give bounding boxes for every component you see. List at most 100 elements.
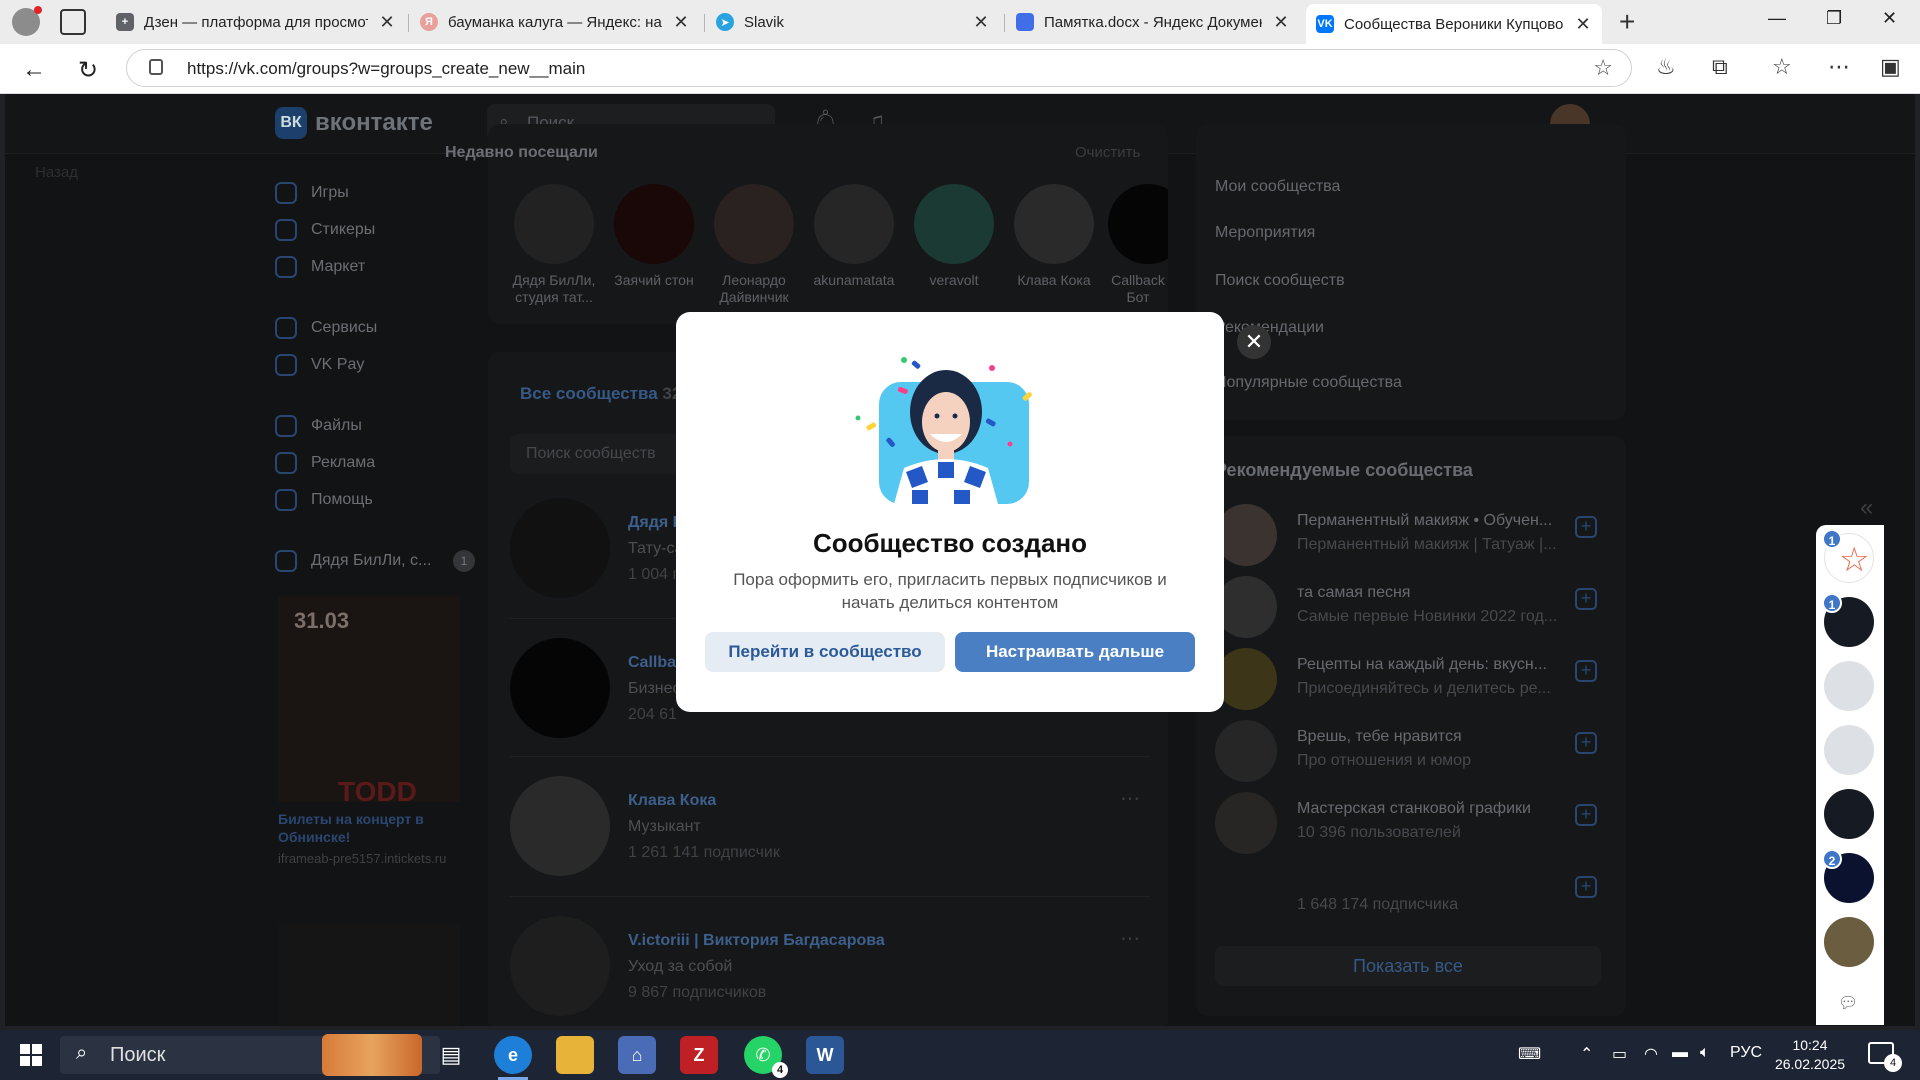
tab-actions-icon[interactable]: [60, 9, 86, 35]
reload-icon[interactable]: ↻: [78, 56, 98, 85]
volume-muted-icon[interactable]: 🔈︎: [1700, 1044, 1710, 1062]
recent-item[interactable]: Леонардо Дайвинчик: [708, 184, 800, 306]
right-menu-events[interactable]: Мероприятия: [1215, 224, 1315, 242]
file-explorer-icon[interactable]: [556, 1036, 594, 1074]
close-tab-icon[interactable]: ✕: [1574, 14, 1592, 35]
whatsapp-icon[interactable]: ✆ 4: [744, 1036, 788, 1078]
extensions-puzzle-icon[interactable]: ⧉: [1712, 54, 1728, 80]
ad-title[interactable]: Билеты на концерт в Обнинске!: [278, 810, 460, 846]
new-tab-icon[interactable]: +: [1619, 6, 1635, 38]
chat-avatar-placeholder[interactable]: [1824, 661, 1874, 711]
chat-avatar[interactable]: [1824, 789, 1874, 839]
sidebar-toggle-icon[interactable]: ▣: [1880, 54, 1901, 80]
battery-icon[interactable]: ▬: [1672, 1044, 1688, 1062]
chat-bubble-icon[interactable]: 💬︎: [1838, 993, 1858, 1013]
back-link[interactable]: Назад: [35, 164, 78, 181]
right-menu-search[interactable]: Поиск сообществ: [1215, 272, 1345, 290]
windows-start-icon[interactable]: [20, 1044, 42, 1066]
tab-all-communities[interactable]: Все сообщества 32: [520, 384, 681, 404]
community-row[interactable]: V.ictoriii | Виктория Багдасарова Уход з…: [510, 916, 1140, 1026]
recent-item[interactable]: veravolt: [908, 184, 1000, 289]
close-tab-icon[interactable]: ✕: [1272, 12, 1290, 33]
recent-clear-link[interactable]: Очистить: [1075, 144, 1140, 161]
concert-ad-image[interactable]: 31.03 TODD: [278, 596, 460, 807]
menu-item-help[interactable]: Помощь: [275, 481, 475, 518]
close-tab-icon[interactable]: ✕: [378, 12, 396, 33]
menu-item-services[interactable]: Сервисы: [275, 309, 475, 346]
more-options-icon[interactable]: ⋯: [1828, 54, 1850, 80]
favorite-star-icon[interactable]: ☆: [1593, 55, 1613, 81]
join-plus-icon[interactable]: +: [1575, 588, 1597, 610]
right-menu-popular[interactable]: Популярные сообщества: [1215, 374, 1402, 392]
recent-item[interactable]: akunamatata: [808, 184, 900, 289]
language-indicator[interactable]: РУС: [1730, 1044, 1762, 1062]
recommended-row[interactable]: Мастерская станковой графики 10 396 польз…: [1215, 792, 1597, 862]
dzen-favicon-icon: +: [116, 13, 134, 31]
go-to-community-button[interactable]: Перейти в сообщество: [705, 632, 945, 672]
network-app-icon[interactable]: ⌂: [618, 1036, 656, 1074]
taskbar-clock[interactable]: 10:24 26.02.2025: [1760, 1036, 1860, 1074]
join-plus-icon[interactable]: +: [1575, 876, 1597, 898]
minimize-icon[interactable]: —: [1768, 8, 1786, 29]
menu-item-files[interactable]: Файлы: [275, 407, 475, 444]
ad-source[interactable]: iframeab-pre5157.intickets.ru: [278, 850, 460, 867]
menu-item-games[interactable]: Игры: [275, 174, 475, 211]
collapse-chats-icon[interactable]: «: [1860, 494, 1873, 522]
tab-yandex-search[interactable]: Я бауманка калуга — Яндекс: наш ✕: [410, 4, 700, 40]
recommended-row[interactable]: Врешь, тебе нравится Про отношения и юмор…: [1215, 720, 1597, 790]
recent-item[interactable]: Клава Кока: [1008, 184, 1100, 289]
more-options-icon[interactable]: ⋯: [1120, 926, 1140, 951]
right-menu-my-communities[interactable]: Мои сообщества: [1215, 178, 1340, 196]
chat-avatar[interactable]: [1824, 917, 1874, 967]
ad-image-2[interactable]: [278, 922, 460, 1026]
tab-yandex-docs[interactable]: Памятка.docx - Яндекс Докумен ✕: [1006, 4, 1300, 40]
chevron-up-icon[interactable]: ⌃: [1580, 1044, 1593, 1064]
tab-vk-communities[interactable]: VK Сообщества Вероники Купцово ✕: [1306, 4, 1602, 44]
keyboard-layout-icon[interactable]: ⌨: [1518, 1044, 1541, 1064]
menu-item-stickers[interactable]: Стикеры: [275, 211, 475, 248]
maximize-icon[interactable]: ❐: [1826, 8, 1842, 29]
recommended-row[interactable]: 1 648 174 подписчика +: [1215, 864, 1597, 934]
recommended-row[interactable]: Рецепты на каждый день: вкусн... Присоеди…: [1215, 648, 1597, 718]
filezilla-icon[interactable]: Z: [680, 1036, 718, 1074]
close-tab-icon[interactable]: ✕: [672, 12, 690, 33]
join-plus-icon[interactable]: +: [1575, 516, 1597, 538]
menu-item-ads[interactable]: Реклама: [275, 444, 475, 481]
join-plus-icon[interactable]: +: [1575, 804, 1597, 826]
close-icon[interactable]: ✕: [1237, 325, 1271, 359]
notifications-icon[interactable]: 4: [1868, 1042, 1902, 1072]
close-window-icon[interactable]: ✕: [1882, 8, 1897, 29]
recent-item[interactable]: Callback Бот: [1108, 184, 1168, 306]
chat-avatar-placeholder[interactable]: [1824, 725, 1874, 775]
wifi-icon[interactable]: ◠: [1644, 1044, 1658, 1064]
lock-icon[interactable]: [149, 59, 163, 75]
tab-dzen[interactable]: + Дзен — платформа для просмот ✕: [106, 4, 406, 40]
favorites-list-icon[interactable]: ☆: [1772, 54, 1792, 80]
vk-logo-icon[interactable]: ВК: [275, 107, 307, 139]
join-plus-icon[interactable]: +: [1575, 660, 1597, 682]
more-options-icon[interactable]: ⋯: [1120, 786, 1140, 811]
task-view-icon[interactable]: ▤: [432, 1036, 470, 1074]
community-row[interactable]: Клава Кока Музыкант 1 261 141 подписчик …: [510, 776, 1140, 886]
continue-setup-button[interactable]: Настраивать дальше: [955, 632, 1195, 672]
show-all-button[interactable]: Показать все: [1215, 946, 1601, 986]
camera-icon[interactable]: ▭: [1612, 1044, 1627, 1064]
menu-item-vkpay[interactable]: VK Pay: [275, 346, 475, 383]
vk-brand-name[interactable]: вконтакте: [315, 109, 433, 137]
close-tab-icon[interactable]: ✕: [972, 12, 990, 33]
edge-browser-icon[interactable]: e: [494, 1036, 532, 1080]
url-field[interactable]: https://vk.com/groups?w=groups_create_ne…: [126, 49, 1632, 87]
recommended-row[interactable]: та самая песня Самые первые Новинки 2022 …: [1215, 576, 1597, 646]
tab-telegram-slavik[interactable]: ➤ Slavik ✕: [706, 4, 1000, 40]
menu-item-market[interactable]: Маркет: [275, 248, 475, 285]
menu-item-community[interactable]: Дядя БилЛи, с... 1: [275, 542, 475, 579]
profile-avatar-icon[interactable]: [12, 6, 42, 36]
join-plus-icon[interactable]: +: [1575, 732, 1597, 754]
recent-item[interactable]: Заячий стон: [608, 184, 700, 289]
word-icon[interactable]: W: [806, 1036, 844, 1074]
avatar: [1215, 504, 1277, 566]
recent-item[interactable]: Дядя БилЛи, студия тат...: [508, 184, 600, 306]
back-arrow-icon[interactable]: ←: [22, 56, 46, 84]
extension-flame-icon[interactable]: ♨: [1656, 54, 1676, 80]
recommended-row[interactable]: Перманентный макияж • Обучен... Перманент…: [1215, 504, 1597, 574]
